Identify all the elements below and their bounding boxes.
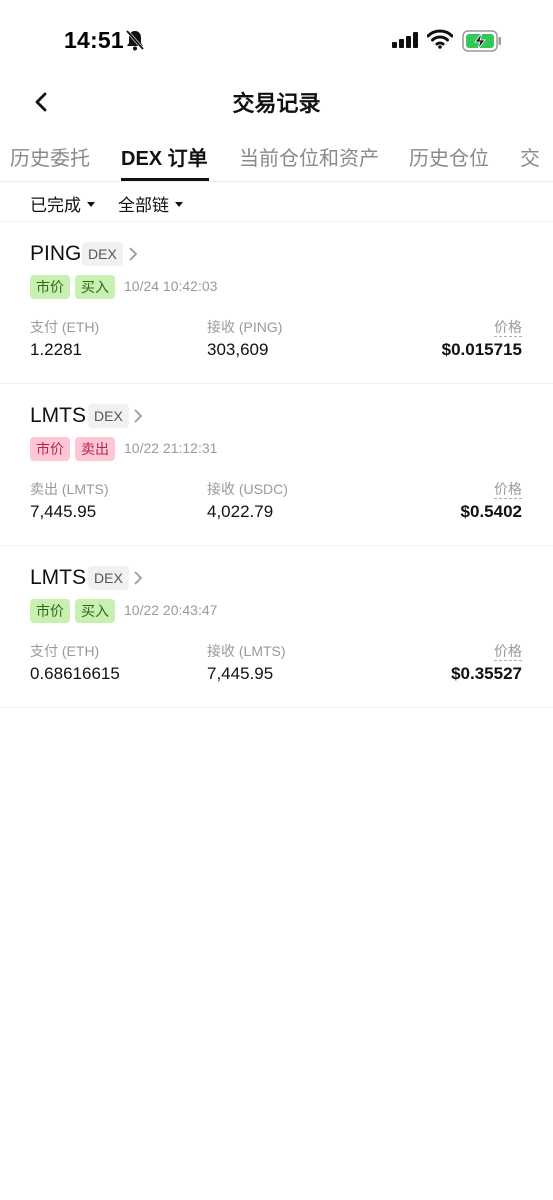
- trade-history-screen: 14:51 交易记录 历史委托 DEX 订单 当前仓位和资产 历史仓位 交 已完…: [0, 0, 553, 1200]
- venue-badge: DEX: [88, 404, 129, 428]
- filter-bar: 已完成 全部链: [0, 182, 553, 222]
- order-type-tag: 市价: [30, 437, 70, 461]
- wifi-icon: [426, 29, 454, 54]
- bell-muted-icon: [125, 29, 145, 56]
- order-item[interactable]: LMTS DEX 市价 卖出 10/22 21:12:31 卖出 (LMTS) …: [0, 384, 553, 546]
- price-value: $0.5402: [460, 502, 522, 521]
- order-token: PING: [30, 242, 82, 265]
- order-type-tag: 市价: [30, 275, 70, 299]
- pay-value: 0.68616615: [30, 664, 120, 683]
- price-label[interactable]: 价格: [494, 641, 522, 661]
- tab-order-history[interactable]: 历史委托: [10, 142, 90, 171]
- order-token: LMTS: [30, 404, 87, 427]
- receive-label: 接收 (USDC): [207, 481, 288, 497]
- price-label-text: 价格: [494, 643, 522, 661]
- tab-dex-orders[interactable]: DEX 订单: [121, 142, 208, 171]
- receive-value: 4,022.79: [207, 502, 274, 521]
- caret-down-icon: [175, 202, 183, 208]
- order-token: LMTS: [30, 566, 87, 589]
- order-time: 10/22 21:12:31: [124, 440, 218, 456]
- order-side-tag: 卖出: [75, 437, 115, 461]
- receive-value: 7,445.95: [207, 664, 274, 683]
- order-time: 10/22 20:43:47: [124, 602, 218, 618]
- price-value: $0.35527: [451, 664, 522, 683]
- chain-filter-dropdown[interactable]: 全部链: [118, 191, 183, 216]
- order-type-tag: 市价: [30, 599, 70, 623]
- order-side-tag: 买入: [75, 275, 115, 299]
- status-time: 14:51: [64, 27, 124, 53]
- venue-badge: DEX: [88, 566, 129, 590]
- header: 交易记录: [0, 78, 553, 124]
- active-tab-indicator: [121, 178, 209, 181]
- page-title: 交易记录: [232, 91, 321, 116]
- tab-positions-assets[interactable]: 当前仓位和资产: [239, 142, 379, 171]
- price-value: $0.015715: [441, 340, 522, 359]
- chevron-right-icon: [133, 408, 143, 429]
- order-item[interactable]: LMTS DEX 市价 买入 10/22 20:43:47 支付 (ETH) 0…: [0, 546, 553, 708]
- pay-label: 支付 (ETH): [30, 643, 100, 659]
- battery-charging-icon: [462, 30, 502, 57]
- order-side-tag: 买入: [75, 599, 115, 623]
- receive-value: 303,609: [207, 340, 269, 359]
- tab-bar: 历史委托 DEX 订单 当前仓位和资产 历史仓位 交: [0, 132, 553, 182]
- price-label[interactable]: 价格: [494, 479, 522, 499]
- tab-position-history[interactable]: 历史仓位: [409, 142, 489, 171]
- pay-label: 卖出 (LMTS): [30, 481, 109, 497]
- order-item[interactable]: PING DEX 市价 买入 10/24 10:42:03 支付 (ETH) 1…: [0, 222, 553, 384]
- cellular-signal-icon: [392, 32, 420, 53]
- venue-badge: DEX: [82, 242, 123, 266]
- chevron-right-icon: [128, 246, 138, 267]
- caret-down-icon: [87, 202, 95, 208]
- chevron-right-icon: [133, 570, 143, 591]
- price-label-text: 价格: [494, 481, 522, 499]
- price-label[interactable]: 价格: [494, 317, 522, 337]
- status-bar: 14:51: [0, 0, 553, 78]
- status-filter-dropdown[interactable]: 已完成: [30, 191, 95, 216]
- tab-trades[interactable]: 交: [520, 142, 540, 171]
- price-label-text: 价格: [494, 319, 522, 337]
- chain-filter-label: 全部链: [118, 196, 169, 215]
- order-time: 10/24 10:42:03: [124, 278, 218, 294]
- status-filter-label: 已完成: [30, 196, 81, 215]
- receive-label: 接收 (PING): [207, 319, 283, 335]
- pay-value: 7,445.95: [30, 502, 97, 521]
- pay-value: 1.2281: [30, 340, 82, 359]
- receive-label: 接收 (LMTS): [207, 643, 286, 659]
- pay-label: 支付 (ETH): [30, 319, 100, 335]
